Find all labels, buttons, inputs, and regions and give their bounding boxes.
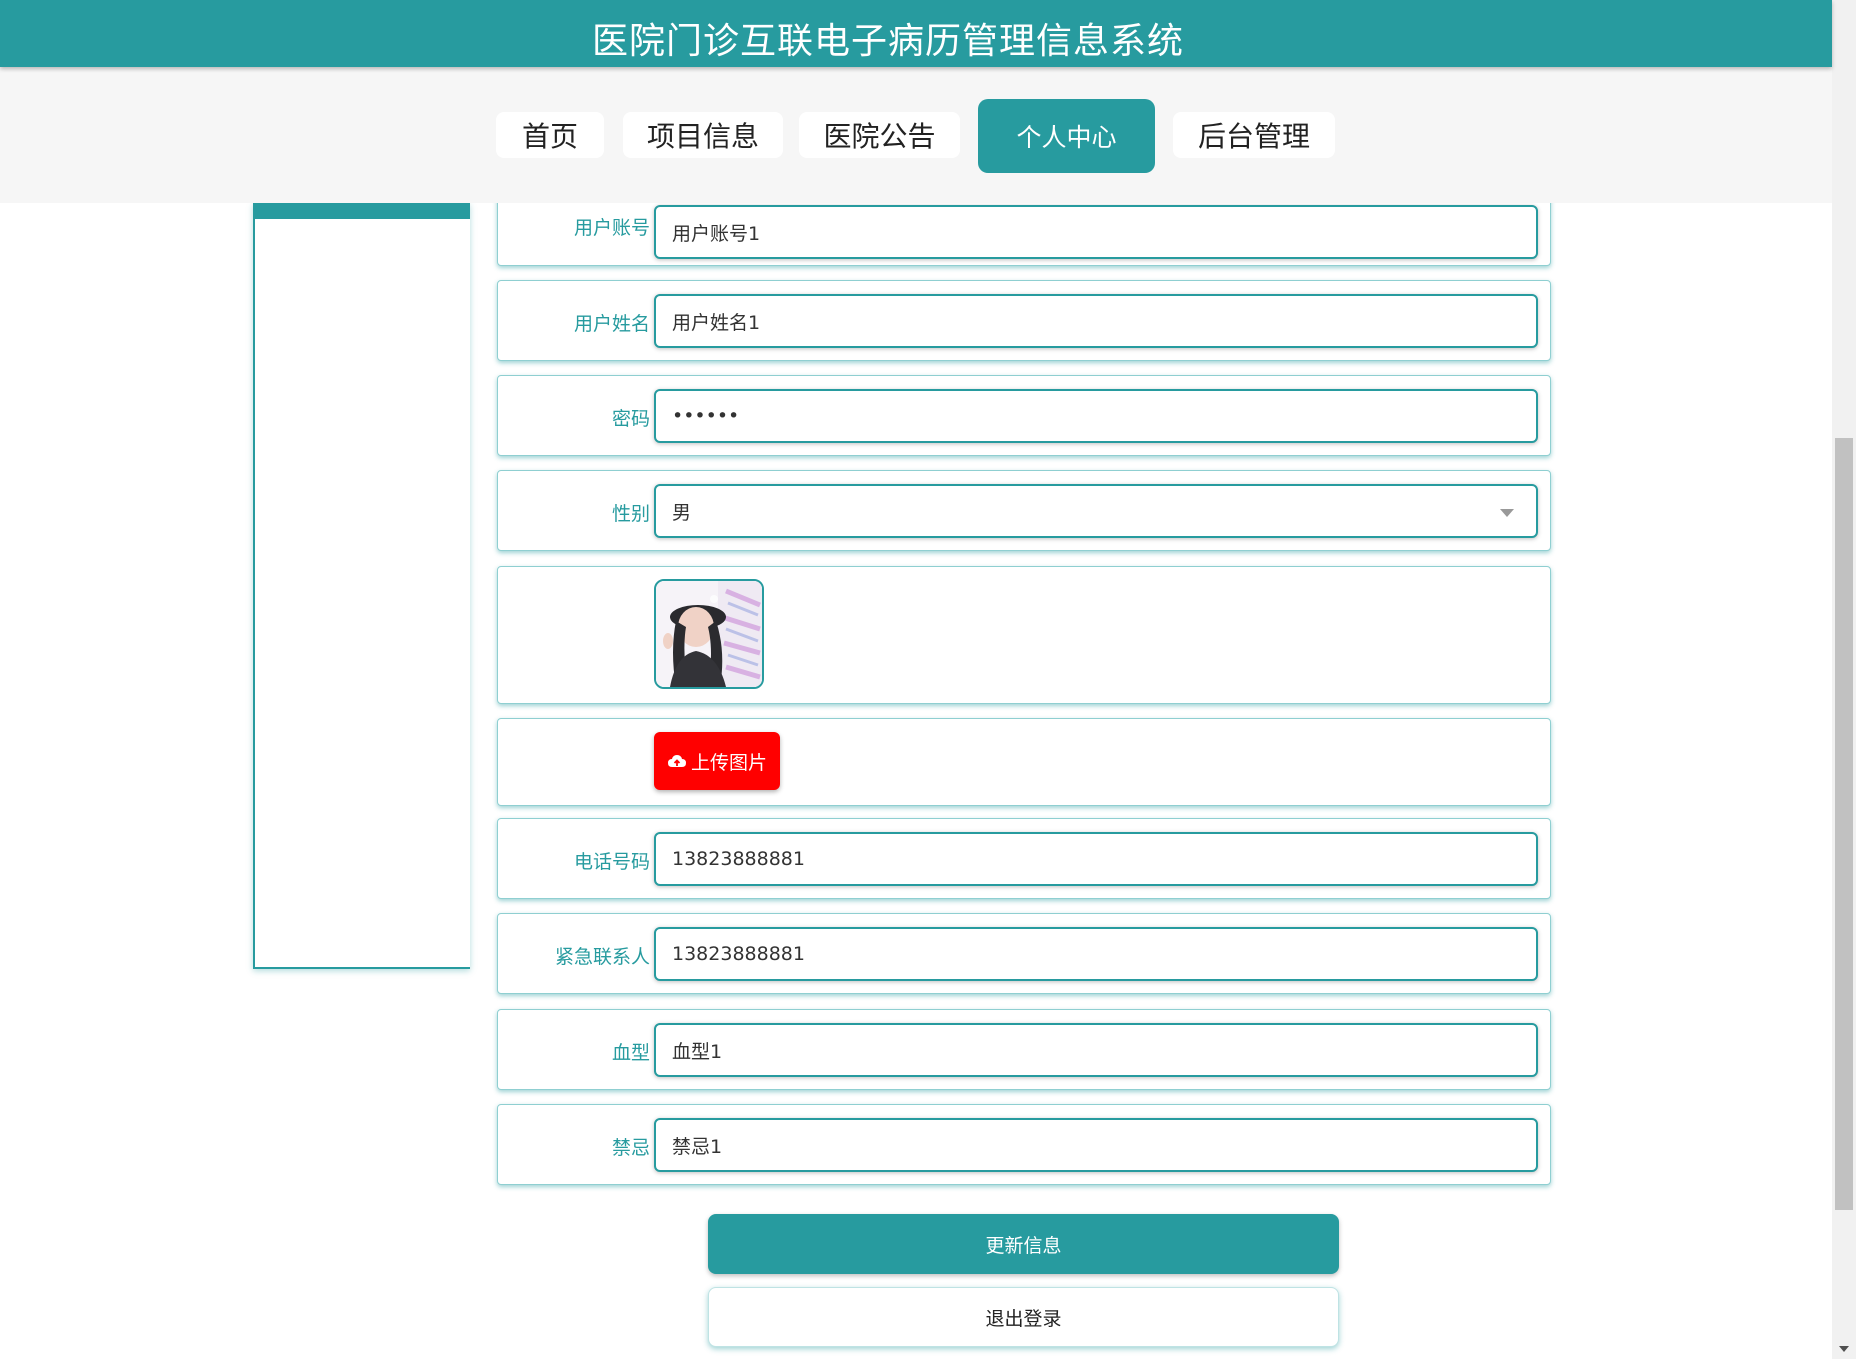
password-input[interactable]: •••••• xyxy=(654,389,1538,443)
emergency-input[interactable]: 13823888881 xyxy=(654,927,1538,981)
row-avatar xyxy=(497,566,1551,704)
sidebar-panel xyxy=(253,203,470,969)
row-taboo: 禁忌 禁忌1 xyxy=(497,1104,1551,1185)
blood-label: 血型 xyxy=(611,1042,650,1064)
row-phone: 电话号码 13823888881 xyxy=(497,818,1551,899)
avatar-image xyxy=(656,581,762,687)
account-label: 用户账号 xyxy=(573,217,650,239)
scrollbar-thumb[interactable] xyxy=(1835,438,1853,1210)
nav-project-info[interactable]: 项目信息 xyxy=(623,112,783,158)
gender-select[interactable]: 男 xyxy=(654,484,1538,538)
account-input[interactable]: 用户账号1 xyxy=(654,205,1538,259)
blood-input[interactable]: 血型1 xyxy=(654,1023,1538,1077)
gender-label: 性别 xyxy=(611,503,650,525)
system-title: 医院门诊互联电子病历管理信息系统 xyxy=(592,21,1185,62)
taboo-label: 禁忌 xyxy=(611,1137,650,1159)
upload-image-button[interactable]: 上传图片 xyxy=(654,732,780,790)
scroll-down-arrow-icon[interactable] xyxy=(1839,1346,1849,1352)
row-gender: 性别 男 xyxy=(497,470,1551,551)
nav-admin[interactable]: 后台管理 xyxy=(1173,112,1335,158)
nav-personal-center[interactable]: 个人中心 xyxy=(978,99,1155,173)
name-input[interactable]: 用户姓名1 xyxy=(654,294,1538,348)
row-blood: 血型 血型1 xyxy=(497,1009,1551,1090)
phone-label: 电话号码 xyxy=(573,851,650,873)
nav-home[interactable]: 首页 xyxy=(496,112,604,158)
top-bar: 医院门诊互联电子病历管理信息系统 xyxy=(0,0,1832,67)
main-nav: 首页 项目信息 医院公告 个人中心 后台管理 xyxy=(0,67,1832,203)
update-button[interactable]: 更新信息 xyxy=(708,1214,1339,1274)
name-label: 用户姓名 xyxy=(573,313,650,335)
phone-input[interactable]: 13823888881 xyxy=(654,832,1538,886)
taboo-input[interactable]: 禁忌1 xyxy=(654,1118,1538,1172)
nav-hospital-notice[interactable]: 医院公告 xyxy=(799,112,960,158)
gender-value: 男 xyxy=(672,501,692,524)
upload-label: 上传图片 xyxy=(690,751,767,774)
cloud-upload-icon xyxy=(667,755,686,767)
row-password: 密码 •••••• xyxy=(497,375,1551,456)
row-name: 用户姓名 用户姓名1 xyxy=(497,280,1551,361)
row-emergency: 紧急联系人 13823888881 xyxy=(497,913,1551,994)
emergency-label: 紧急联系人 xyxy=(554,946,650,968)
password-label: 密码 xyxy=(611,408,650,430)
chevron-down-icon xyxy=(1500,509,1514,517)
avatar xyxy=(654,579,764,689)
sidebar-active-bar xyxy=(255,203,470,219)
row-upload: 上传图片 xyxy=(497,718,1551,806)
logout-button[interactable]: 退出登录 xyxy=(708,1287,1339,1347)
